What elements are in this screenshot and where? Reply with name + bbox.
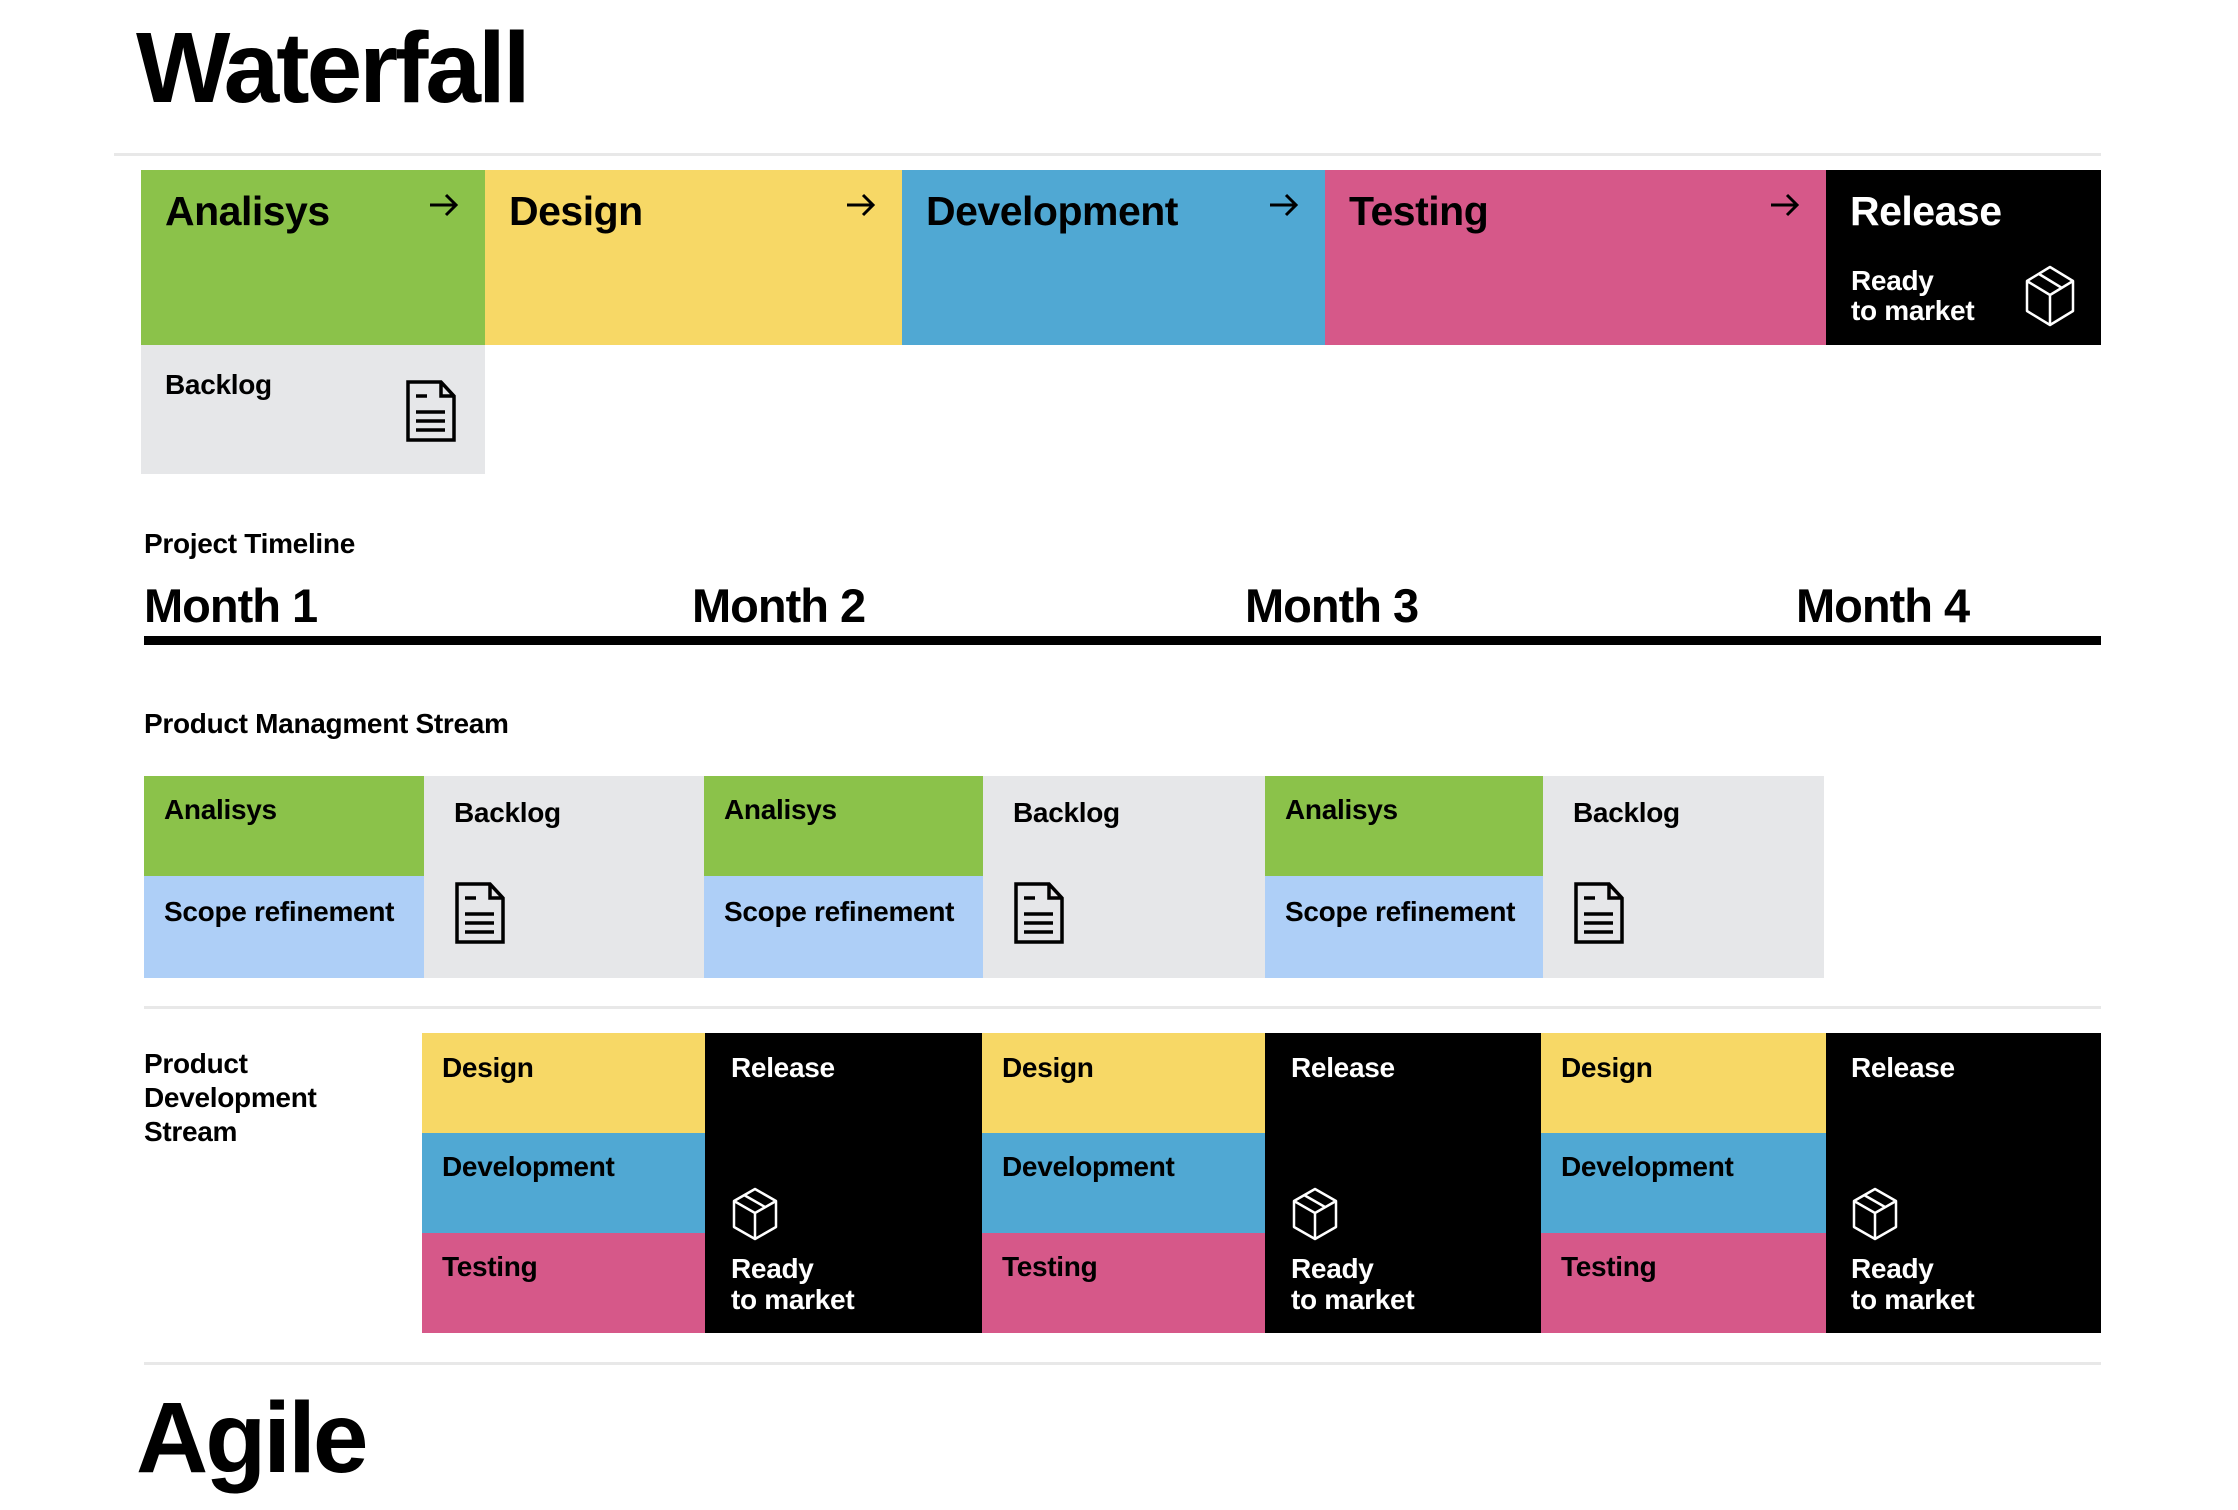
- document-icon: [406, 380, 456, 442]
- pd-development-label: Development: [1561, 1151, 1734, 1182]
- arrow-right-icon: [847, 193, 876, 217]
- phase-release: Release Ready to market: [1826, 170, 2101, 345]
- pd-design: Design: [1541, 1033, 1826, 1133]
- timeline-bar: [144, 636, 2101, 645]
- pd-release: Release Ready to market: [1265, 1033, 1541, 1333]
- pm-scope-label: Scope refinement: [724, 896, 955, 927]
- phase-label: Development: [926, 188, 1178, 234]
- pd-development-label: Development: [442, 1151, 615, 1182]
- pd-development: Development: [982, 1133, 1265, 1233]
- arrow-right-icon: [1771, 193, 1800, 217]
- box-icon: [1852, 1187, 1898, 1241]
- phase-label: Testing: [1349, 188, 1489, 234]
- pd-development: Development: [422, 1133, 705, 1233]
- pm-scope-label: Scope refinement: [1285, 896, 1516, 927]
- ready-line2: to market: [731, 1284, 855, 1315]
- pm-scope-refinement: Scope refinement: [144, 876, 424, 978]
- document-icon: [1014, 882, 1064, 944]
- pm-scope-label: Scope refinement: [164, 896, 395, 927]
- pm-backlog-label: Backlog: [1573, 797, 1680, 828]
- pd-testing-label: Testing: [1002, 1251, 1098, 1282]
- release-note-line2: to market: [1851, 295, 1975, 326]
- pd-testing-label: Testing: [442, 1251, 538, 1282]
- ready-line2: to market: [1291, 1284, 1415, 1315]
- pd-release-label: Release: [731, 1052, 835, 1083]
- arrow-right-icon: [1270, 193, 1299, 217]
- document-icon: [1574, 882, 1624, 944]
- pd-design-label: Design: [442, 1052, 534, 1083]
- pd-stream-label-line3: Stream: [144, 1116, 238, 1147]
- pm-analysis-label: Analisys: [1285, 794, 1398, 825]
- month-3: Month 3: [1245, 579, 1419, 632]
- phase-development: Development: [902, 170, 1325, 345]
- ready-line1: Ready: [1851, 1253, 1934, 1284]
- pd-testing: Testing: [422, 1233, 705, 1333]
- document-icon: [455, 882, 505, 944]
- ready-line2: to market: [1851, 1284, 1975, 1315]
- month-2: Month 2: [692, 579, 866, 632]
- phase-label: Design: [509, 188, 643, 234]
- pm-analysis-label: Analisys: [164, 794, 277, 825]
- agile-title: Agile: [136, 1382, 368, 1494]
- pm-scope-refinement: Scope refinement: [704, 876, 983, 978]
- pm-backlog: Backlog: [424, 776, 704, 978]
- pm-analysis: Analisys: [704, 776, 983, 876]
- pm-backlog-label: Backlog: [1013, 797, 1120, 828]
- pm-backlog: Backlog: [1543, 776, 1824, 978]
- pd-testing-label: Testing: [1561, 1251, 1657, 1282]
- timeline-label: Project Timeline: [144, 528, 355, 559]
- pm-analysis: Analisys: [144, 776, 424, 876]
- pm-backlog-label: Backlog: [454, 797, 561, 828]
- pd-development: Development: [1541, 1133, 1826, 1233]
- pd-testing: Testing: [1541, 1233, 1826, 1333]
- box-icon: [2025, 265, 2075, 327]
- pd-release-label: Release: [1291, 1052, 1395, 1083]
- pm-backlog: Backlog: [983, 776, 1265, 978]
- ready-line1: Ready: [731, 1253, 814, 1284]
- pd-stream-label-line2: Development: [144, 1082, 317, 1113]
- divider: [144, 1362, 2101, 1365]
- backlog-card: Backlog: [141, 345, 485, 474]
- month-1: Month 1: [144, 579, 318, 632]
- divider: [114, 153, 2101, 156]
- divider: [144, 1006, 2101, 1009]
- pd-testing: Testing: [982, 1233, 1265, 1333]
- pm-analysis: Analisys: [1265, 776, 1543, 876]
- backlog-label: Backlog: [165, 369, 272, 400]
- release-note-line1: Ready: [1851, 265, 1934, 296]
- phase-design: Design: [485, 170, 902, 345]
- arrow-right-icon: [430, 193, 459, 217]
- pd-stream-label-line1: Product: [144, 1048, 248, 1079]
- pd-release: Release Ready to market: [1826, 1033, 2101, 1333]
- phase-label: Release: [1850, 188, 2002, 234]
- ready-line1: Ready: [1291, 1253, 1374, 1284]
- pd-release: Release Ready to market: [705, 1033, 982, 1333]
- pd-development-label: Development: [1002, 1151, 1175, 1182]
- pd-design: Design: [422, 1033, 705, 1133]
- phase-analysis: Analisys: [141, 170, 485, 345]
- month-4: Month 4: [1796, 579, 1970, 632]
- pd-design-label: Design: [1561, 1052, 1653, 1083]
- phase-label: Analisys: [165, 188, 330, 234]
- pd-stream-label: Product Development Stream: [144, 1047, 317, 1149]
- phase-testing: Testing: [1325, 170, 1826, 345]
- pd-design-label: Design: [1002, 1052, 1094, 1083]
- box-icon: [1292, 1187, 1338, 1241]
- pd-design: Design: [982, 1033, 1265, 1133]
- box-icon: [732, 1187, 778, 1241]
- pm-stream-label: Product Managment Stream: [144, 708, 509, 739]
- pm-analysis-label: Analisys: [724, 794, 837, 825]
- pm-scope-refinement: Scope refinement: [1265, 876, 1543, 978]
- pd-release-label: Release: [1851, 1052, 1955, 1083]
- page-title: Waterfall: [136, 12, 531, 124]
